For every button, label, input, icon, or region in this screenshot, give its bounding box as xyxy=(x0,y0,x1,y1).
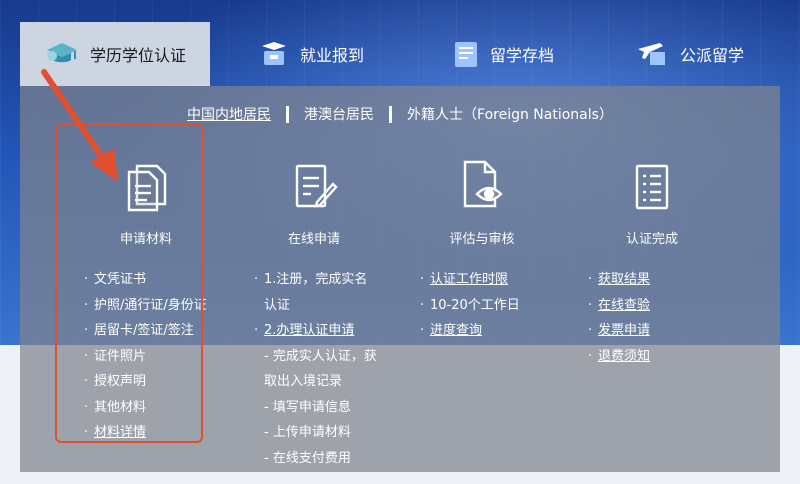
annotation-arrow xyxy=(41,69,118,182)
